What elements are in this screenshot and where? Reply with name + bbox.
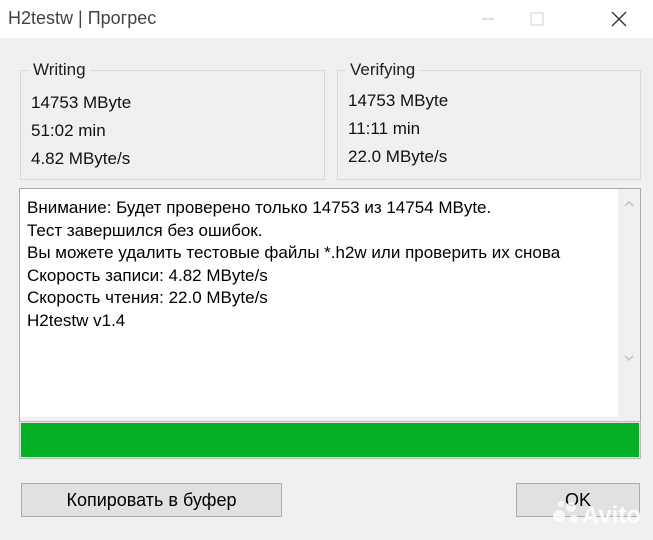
log-line: H2testw v1.4	[27, 310, 126, 330]
scroll-up-button[interactable]	[618, 195, 640, 211]
log-line: Тест завершился без ошибок.	[27, 220, 263, 240]
log-line: Внимание: Будет проверено только 14753 и…	[27, 198, 492, 217]
close-icon	[611, 11, 627, 27]
verifying-legend: Verifying	[346, 60, 420, 80]
log-line: Скорость чтения: 22.0 MByte/s	[27, 288, 268, 307]
log-textarea[interactable]: Внимание: Будет проверено только 14753 и…	[19, 188, 641, 444]
minimize-icon	[482, 13, 494, 25]
verifying-group: Verifying 14753 MByte 11:11 min 22.0 MBy…	[337, 60, 641, 180]
maximize-icon	[530, 12, 544, 26]
writing-group: Writing 14753 MByte 51:02 min 4.82 MByte…	[20, 60, 325, 180]
chevron-down-icon	[624, 348, 634, 366]
window-title: H2testw | Прогрес	[8, 8, 157, 28]
log-line: Вы можете удалить тестовые файлы *.h2w и…	[27, 243, 561, 262]
writing-time: 51:02 min	[31, 121, 106, 140]
close-button[interactable]	[596, 0, 642, 38]
minimize-button[interactable]	[465, 0, 511, 38]
writing-legend: Writing	[29, 60, 90, 80]
vertical-scrollbar[interactable]	[618, 189, 640, 417]
copy-to-clipboard-button[interactable]: Копировать в буфер	[21, 483, 282, 517]
scroll-down-button[interactable]	[618, 349, 640, 365]
avito-watermark: Avito	[552, 499, 641, 532]
verifying-amount: 14753 MByte	[348, 91, 449, 110]
log-line: Скорость записи: 4.82 MByte/s	[27, 265, 268, 285]
maximize-button[interactable]	[514, 0, 560, 38]
dialog-body: Writing 14753 MByte 51:02 min 4.82 MByte…	[0, 38, 653, 540]
verifying-time: 11:11 min	[348, 119, 421, 138]
chevron-up-icon	[624, 194, 634, 212]
progress-bar	[19, 421, 641, 459]
writing-speed: 4.82 MByte/s	[31, 149, 131, 168]
title-bar: H2testw | Прогрес	[0, 0, 653, 38]
progress-fill	[21, 423, 639, 457]
watermark-text: Avito	[581, 501, 641, 529]
avito-logo-icon	[552, 499, 582, 532]
verifying-speed: 22.0 MByte/s	[348, 147, 448, 166]
log-text: Внимание: Будет проверено только 14753 и…	[27, 197, 605, 332]
writing-amount: 14753 MByte	[31, 93, 132, 112]
